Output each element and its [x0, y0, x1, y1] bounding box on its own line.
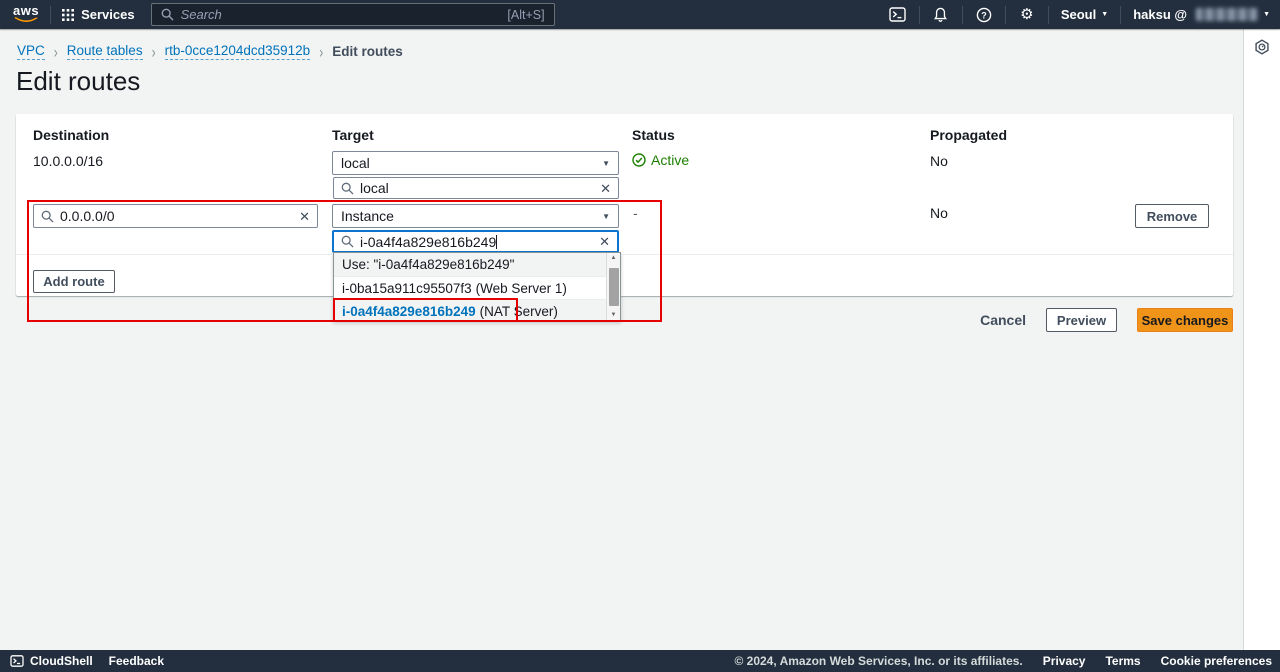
- breadcrumb: VPC › Route tables › rtb-0cce1204dcd3591…: [17, 43, 403, 60]
- top-navigation-bar: aws Services Search [Alt+S]: [0, 0, 1280, 29]
- nav-divider: [919, 6, 920, 24]
- target-select[interactable]: local ▼: [332, 151, 619, 175]
- clear-icon[interactable]: ✕: [299, 210, 310, 223]
- target-select-value: local: [341, 155, 370, 171]
- page-title: Edit routes: [16, 66, 140, 97]
- dropdown-scrollbar[interactable]: ▲ ▼: [606, 253, 620, 320]
- add-route-button[interactable]: Add route: [33, 270, 115, 293]
- edit-routes-card: Destination Target Status Propagated 10.…: [16, 114, 1233, 296]
- target-filter-value: local: [360, 180, 594, 196]
- nav-divider: [962, 6, 963, 24]
- target-filter-value: i-0a4f4a829e816b249: [360, 234, 593, 250]
- route-destination-value: 10.0.0.0/16: [33, 153, 103, 169]
- aws-smile-icon: [14, 16, 38, 23]
- route-status: Active: [632, 152, 689, 168]
- column-header-destination: Destination: [33, 127, 109, 143]
- scroll-up-icon[interactable]: ▲: [611, 254, 617, 262]
- preview-button[interactable]: Preview: [1046, 308, 1117, 332]
- column-header-target: Target: [332, 127, 374, 143]
- account-menu[interactable]: haksu @ ▼: [1133, 7, 1270, 22]
- status-active-check-icon: [632, 153, 646, 167]
- instance-name: (NAT Server): [480, 304, 558, 319]
- search-placeholder: Search: [181, 7, 501, 22]
- global-search-input[interactable]: Search [Alt+S]: [151, 3, 555, 26]
- nav-divider: [1120, 6, 1121, 24]
- status-label: Active: [651, 152, 689, 168]
- target-select[interactable]: Instance ▼: [332, 204, 619, 228]
- svg-text:?: ?: [981, 10, 987, 20]
- target-filter-input-focused[interactable]: i-0a4f4a829e816b249 ✕: [332, 230, 619, 253]
- table-footer-divider: [16, 254, 1233, 255]
- nav-divider: [1005, 6, 1006, 24]
- instance-id: i-0a4f4a829e816b249: [342, 304, 476, 319]
- nav-divider: [1048, 6, 1049, 24]
- breadcrumb-route-table-id-link[interactable]: rtb-0cce1204dcd35912b: [165, 43, 311, 60]
- scroll-down-icon[interactable]: ▼: [611, 311, 617, 319]
- feedback-link[interactable]: Feedback: [109, 654, 164, 668]
- terms-link[interactable]: Terms: [1105, 654, 1140, 668]
- search-icon: [341, 182, 354, 195]
- cloudshell-icon[interactable]: [889, 6, 907, 24]
- route-propagated-value: No: [930, 205, 948, 221]
- breadcrumb-vpc-link[interactable]: VPC: [17, 43, 45, 60]
- help-icon[interactable]: ?: [975, 6, 993, 24]
- search-icon: [161, 8, 174, 21]
- aws-logo[interactable]: aws: [13, 6, 39, 23]
- search-icon: [341, 235, 354, 248]
- chevron-down-icon: ▼: [602, 212, 610, 221]
- column-header-propagated: Propagated: [930, 127, 1007, 143]
- dropdown-option-use-value[interactable]: Use: "i-0a4f4a829e816b249": [334, 253, 620, 276]
- route-status-empty: -: [633, 205, 638, 221]
- clear-icon[interactable]: ✕: [600, 182, 611, 195]
- search-icon: [41, 210, 54, 223]
- nav-divider: [50, 6, 51, 24]
- save-changes-button[interactable]: Save changes: [1137, 308, 1233, 332]
- column-header-status: Status: [632, 127, 675, 143]
- clear-icon[interactable]: ✕: [599, 235, 610, 248]
- account-user-prefix: haksu @: [1133, 7, 1187, 22]
- region-selector[interactable]: Seoul ▼: [1061, 7, 1108, 22]
- dropdown-option-instance[interactable]: i-0ba15a911c95507f3 (Web Server 1): [334, 276, 620, 299]
- side-panel-toggle-icon[interactable]: [1254, 39, 1270, 55]
- notifications-bell-icon[interactable]: [932, 6, 950, 24]
- breadcrumb-separator: ›: [319, 42, 323, 62]
- footer-bar: CloudShell Feedback © 2024, Amazon Web S…: [0, 650, 1280, 672]
- breadcrumb-current: Edit routes: [332, 44, 403, 59]
- text-cursor: [496, 235, 497, 249]
- destination-input[interactable]: 0.0.0.0/0 ✕: [33, 204, 318, 228]
- services-grid-icon: [62, 9, 74, 21]
- services-menu-button[interactable]: Services: [62, 7, 135, 22]
- cloudshell-launcher[interactable]: CloudShell: [10, 654, 93, 668]
- copyright-text: © 2024, Amazon Web Services, Inc. or its…: [734, 654, 1022, 668]
- target-filter-input[interactable]: local ✕: [333, 177, 619, 199]
- settings-gear-icon[interactable]: ⚙: [1018, 6, 1036, 24]
- breadcrumb-separator: ›: [54, 42, 58, 62]
- instance-id: i-0ba15a911c95507f3: [342, 281, 472, 296]
- chevron-down-icon: ▼: [1101, 11, 1108, 18]
- scrollbar-thumb[interactable]: [609, 268, 619, 306]
- instance-name: (Web Server 1): [476, 281, 567, 296]
- right-side-panel: [1243, 29, 1280, 650]
- target-select-value: Instance: [341, 208, 394, 224]
- target-options-dropdown: Use: "i-0a4f4a829e816b249" i-0ba15a911c9…: [333, 252, 621, 321]
- services-label: Services: [81, 7, 135, 22]
- dropdown-option-instance-highlighted[interactable]: i-0a4f4a829e816b249 (NAT Server): [334, 299, 620, 322]
- cancel-button[interactable]: Cancel: [980, 312, 1026, 328]
- cloudshell-label: CloudShell: [30, 654, 93, 668]
- chevron-down-icon: ▼: [602, 159, 610, 168]
- chevron-down-icon: ▼: [1263, 11, 1270, 18]
- route-propagated-value: No: [930, 153, 948, 169]
- breadcrumb-route-tables-link[interactable]: Route tables: [67, 43, 143, 60]
- region-label: Seoul: [1061, 7, 1096, 22]
- search-shortcut-hint: [Alt+S]: [507, 8, 544, 22]
- remove-button[interactable]: Remove: [1135, 204, 1209, 228]
- cookie-preferences-link[interactable]: Cookie preferences: [1161, 654, 1272, 668]
- cloudshell-icon: [10, 655, 24, 667]
- privacy-link[interactable]: Privacy: [1043, 654, 1086, 668]
- aws-logo-text: aws: [13, 6, 39, 16]
- destination-input-value: 0.0.0.0/0: [60, 208, 293, 224]
- breadcrumb-separator: ›: [152, 42, 156, 62]
- account-id-redacted: [1196, 8, 1258, 21]
